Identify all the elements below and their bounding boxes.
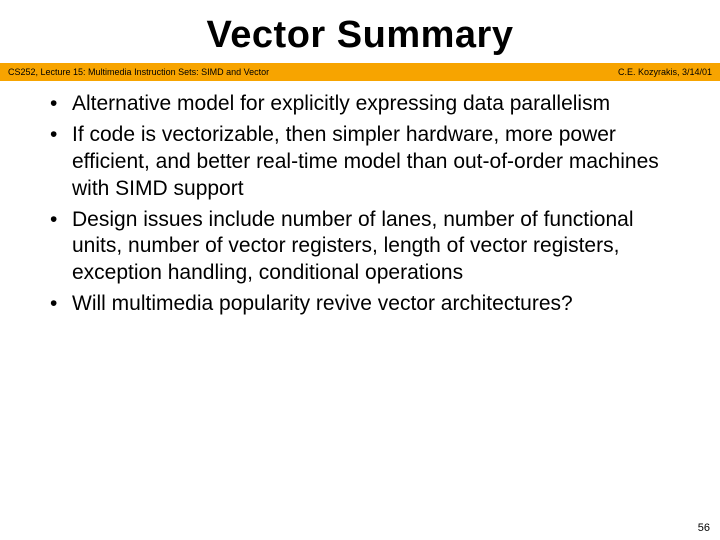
bullet-list: Alternative model for explicitly express… bbox=[38, 91, 682, 318]
list-item: Alternative model for explicitly express… bbox=[38, 91, 682, 118]
content-area: Alternative model for explicitly express… bbox=[0, 81, 720, 318]
bar-right-text: C.E. Kozyrakis, 3/14/01 bbox=[618, 67, 712, 77]
page-number: 56 bbox=[698, 522, 710, 534]
bar-left-text: CS252, Lecture 15: Multimedia Instructio… bbox=[8, 67, 269, 77]
list-item: Will multimedia popularity revive vector… bbox=[38, 291, 682, 318]
list-item: Design issues include number of lanes, n… bbox=[38, 207, 682, 288]
list-item: If code is vectorizable, then simpler ha… bbox=[38, 122, 682, 203]
slide-title: Vector Summary bbox=[0, 0, 720, 63]
slide: Vector Summary CS252, Lecture 15: Multim… bbox=[0, 0, 720, 540]
header-bar: CS252, Lecture 15: Multimedia Instructio… bbox=[0, 63, 720, 81]
